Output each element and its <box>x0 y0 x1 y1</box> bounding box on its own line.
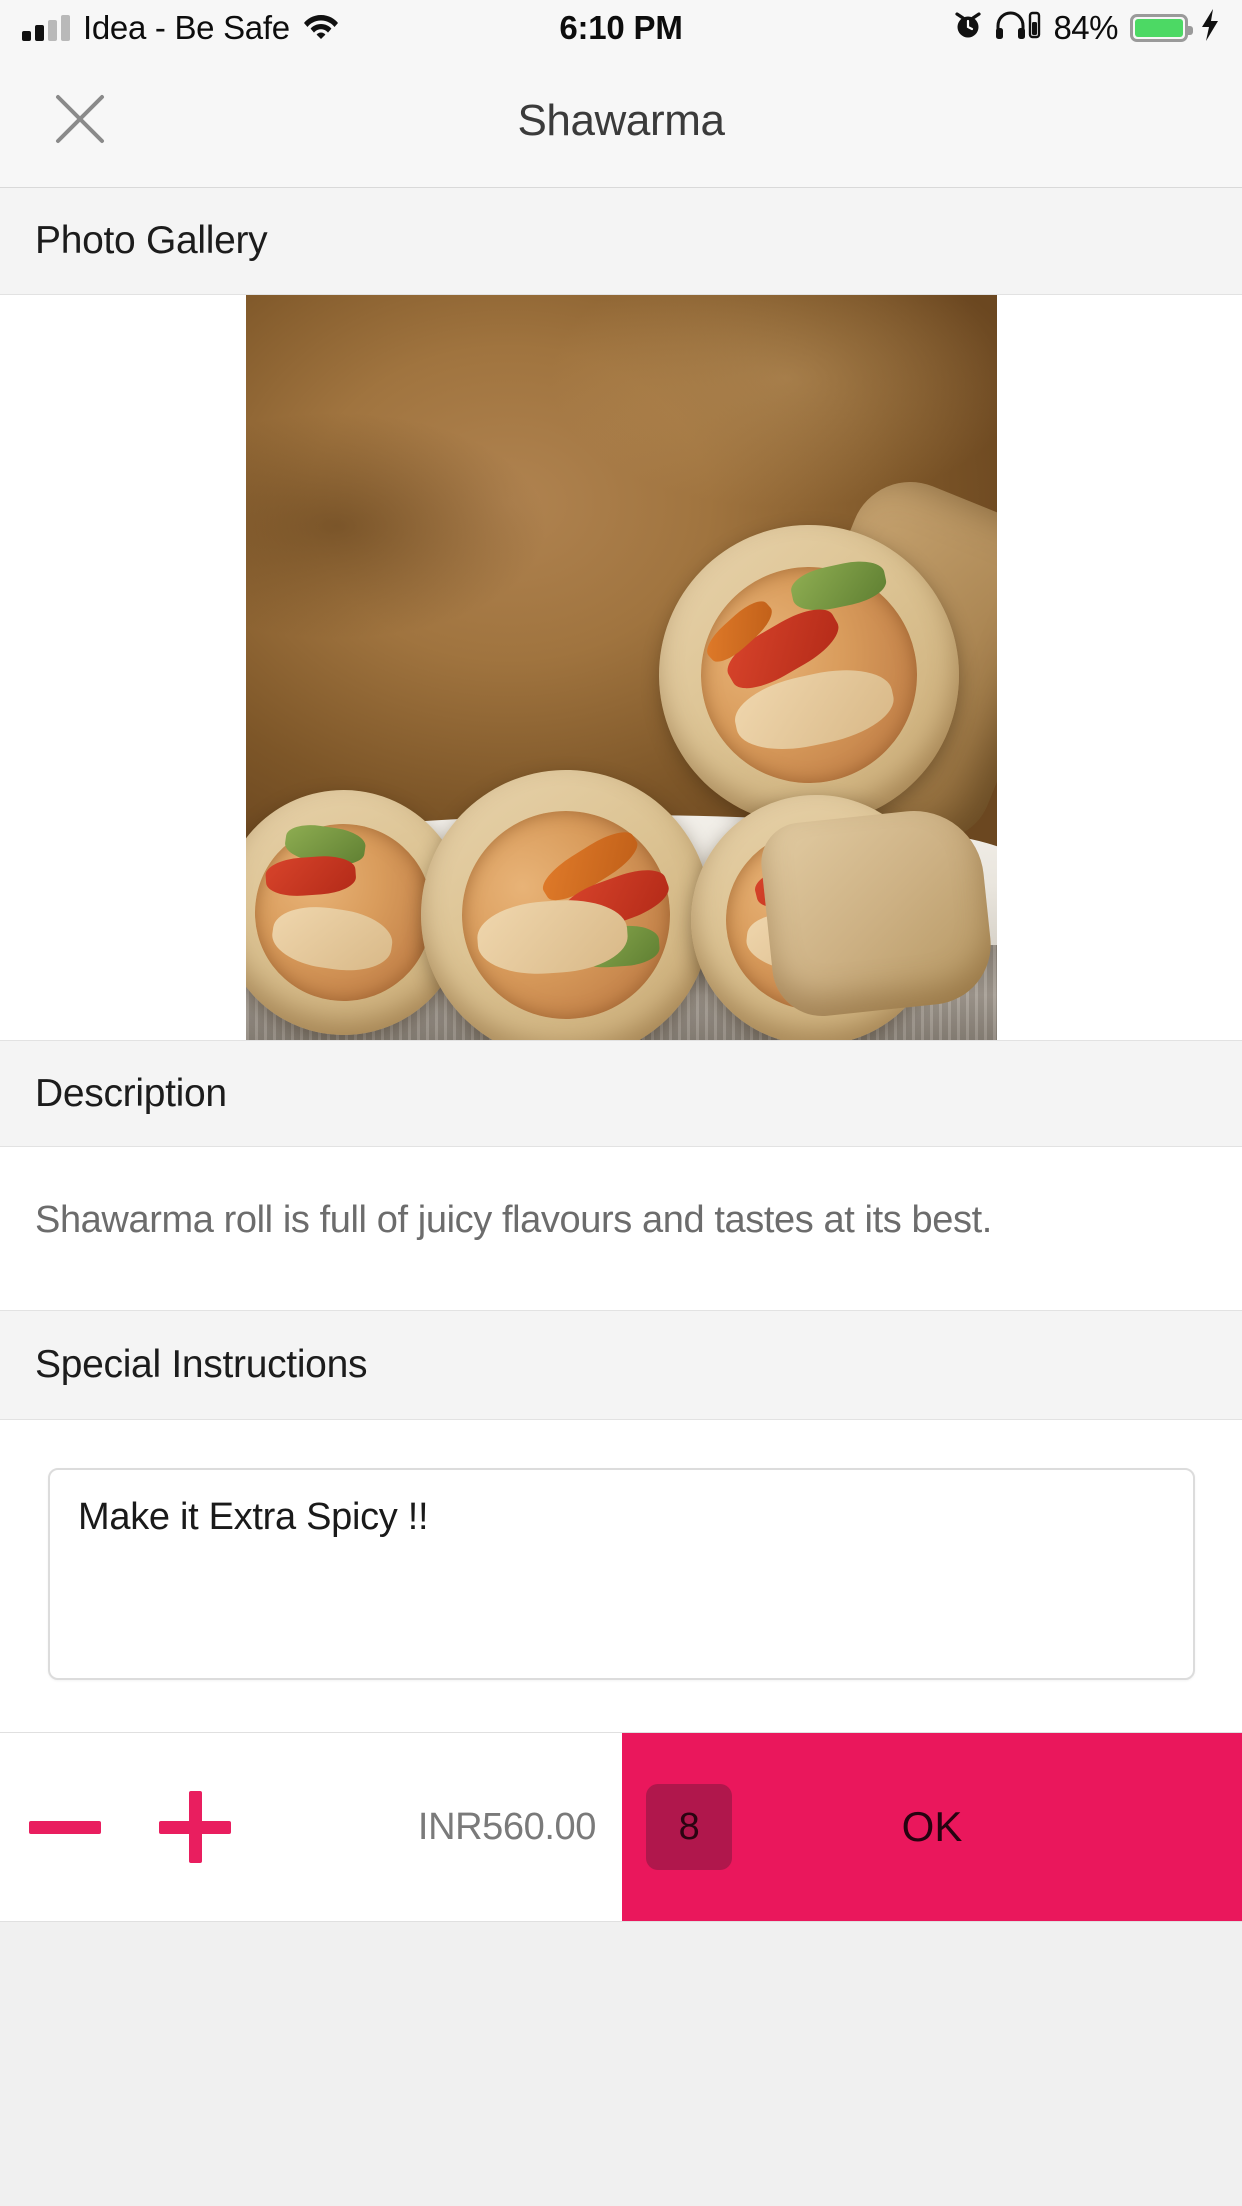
status-bar-right: 84% <box>953 9 1220 47</box>
footer-empty-space <box>0 1922 1242 2198</box>
confirm-button[interactable]: 8 OK <box>622 1733 1242 1921</box>
status-bar-left: Idea - Be Safe <box>22 9 339 47</box>
photo-gallery[interactable] <box>0 295 1242 1040</box>
price-label: INR560.00 <box>417 1805 596 1848</box>
section-header-photo-gallery: Photo Gallery <box>0 188 1242 295</box>
charging-bolt-icon <box>1200 9 1220 46</box>
quantity-badge: 8 <box>646 1784 732 1870</box>
photo-roll-right <box>756 804 997 1021</box>
app-screen: Idea - Be Safe 6:10 PM 84% Shawarma Phot… <box>0 0 1242 2206</box>
signal-bars-icon <box>22 14 70 41</box>
plus-icon <box>159 1791 231 1863</box>
page-title: Shawarma <box>517 96 725 145</box>
quantity-controls: INR560.00 <box>0 1733 622 1921</box>
special-instructions-input[interactable] <box>48 1468 1195 1680</box>
carrier-label: Idea - Be Safe <box>83 8 290 46</box>
alarm-clock-icon <box>953 10 983 45</box>
battery-icon <box>1130 13 1193 42</box>
increment-button[interactable] <box>130 1733 260 1921</box>
headphones-icon <box>995 10 1041 45</box>
close-button[interactable] <box>34 75 126 167</box>
decrement-button[interactable] <box>0 1733 130 1921</box>
food-photo[interactable] <box>245 295 997 1040</box>
wifi-icon <box>303 11 339 44</box>
navigation-bar: Shawarma <box>0 55 1242 188</box>
battery-percent-label: 84% <box>1053 8 1118 46</box>
description-text: Shawarma roll is full of juicy flavours … <box>0 1147 1242 1310</box>
minus-icon <box>29 1820 101 1834</box>
close-icon <box>52 91 108 152</box>
section-header-description: Description <box>0 1040 1242 1147</box>
section-header-special-instructions: Special Instructions <box>0 1310 1242 1420</box>
action-bar: INR560.00 8 OK <box>0 1732 1242 1922</box>
status-bar: Idea - Be Safe 6:10 PM 84% <box>0 0 1242 55</box>
special-instructions-area <box>0 1420 1242 1732</box>
